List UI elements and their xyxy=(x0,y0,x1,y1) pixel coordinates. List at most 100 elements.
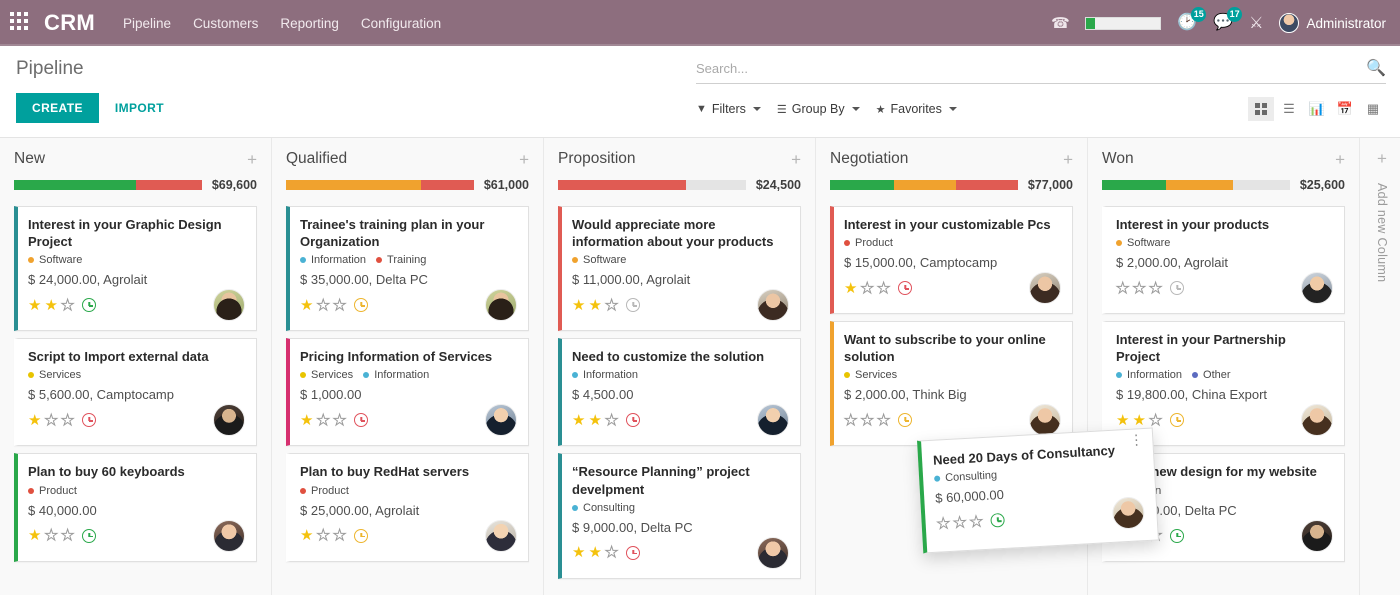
star-empty-icon[interactable]: ★ xyxy=(1132,280,1146,296)
view-button-calendar[interactable]: 📅 xyxy=(1332,97,1358,121)
star-empty-icon[interactable]: ★ xyxy=(60,528,74,544)
star-filled-icon[interactable]: ★ xyxy=(300,298,313,313)
activity-clock-icon[interactable] xyxy=(1170,528,1185,543)
column-title[interactable]: Proposition xyxy=(558,150,636,168)
priority-stars[interactable]: ★★★ xyxy=(844,280,891,296)
search-bar[interactable]: 🔍 xyxy=(696,58,1386,84)
activity-clock-icon[interactable] xyxy=(82,413,97,428)
add-new-column-button[interactable]: + Add new Column xyxy=(1360,138,1400,595)
star-empty-icon[interactable]: ★ xyxy=(604,412,618,428)
add-card-plus-icon[interactable]: + xyxy=(791,151,801,168)
search-icon[interactable]: 🔍 xyxy=(1366,58,1386,78)
star-empty-icon[interactable]: ★ xyxy=(604,545,618,561)
star-filled-icon[interactable]: ★ xyxy=(300,528,313,543)
star-empty-icon[interactable]: ★ xyxy=(604,297,618,313)
progress-segment[interactable] xyxy=(1165,180,1234,190)
activity-clock-icon[interactable] xyxy=(354,528,369,543)
star-empty-icon[interactable]: ★ xyxy=(332,528,346,544)
star-empty-icon[interactable]: ★ xyxy=(60,297,74,313)
star-filled-icon[interactable]: ★ xyxy=(28,298,41,313)
priority-stars[interactable]: ★★★ xyxy=(572,297,619,313)
progress-segment[interactable] xyxy=(1102,180,1166,190)
star-filled-icon[interactable]: ★ xyxy=(572,413,585,428)
nav-item-reporting[interactable]: Reporting xyxy=(280,16,339,31)
column-progress-bar[interactable] xyxy=(286,180,474,190)
star-filled-icon[interactable]: ★ xyxy=(28,528,41,543)
star-filled-icon[interactable]: ★ xyxy=(44,298,57,313)
star-empty-icon[interactable]: ★ xyxy=(860,280,874,296)
progress-segment[interactable] xyxy=(14,180,137,190)
progress-segment[interactable] xyxy=(558,180,686,190)
activity-clock-icon[interactable] xyxy=(354,298,369,313)
star-filled-icon[interactable]: ★ xyxy=(588,413,601,428)
user-menu[interactable]: Administrator xyxy=(1279,13,1386,33)
nav-item-configuration[interactable]: Configuration xyxy=(361,16,441,31)
create-button[interactable]: CREATE xyxy=(16,93,99,123)
star-filled-icon[interactable]: ★ xyxy=(844,281,857,296)
add-card-plus-icon[interactable]: + xyxy=(247,151,257,168)
star-filled-icon[interactable]: ★ xyxy=(1116,413,1129,428)
star-empty-icon[interactable]: ★ xyxy=(316,412,330,428)
view-button-list[interactable]: ☰ xyxy=(1276,97,1302,121)
column-title[interactable]: New xyxy=(14,150,45,168)
nav-item-pipeline[interactable]: Pipeline xyxy=(123,16,171,31)
activity-clock-icon[interactable] xyxy=(354,413,369,428)
star-empty-icon[interactable]: ★ xyxy=(952,513,967,532)
kebab-menu-icon[interactable]: ⋮ xyxy=(1129,431,1144,448)
progress-segment[interactable] xyxy=(685,180,746,190)
star-empty-icon[interactable]: ★ xyxy=(60,412,74,428)
column-title[interactable]: Won xyxy=(1102,150,1134,168)
star-empty-icon[interactable]: ★ xyxy=(1148,280,1162,296)
kanban-card[interactable]: Interest in your Graphic Design Project S… xyxy=(14,206,257,332)
column-title[interactable]: Negotiation xyxy=(830,150,908,168)
messages-menu-button[interactable]: 💬 17 xyxy=(1213,7,1243,31)
priority-stars[interactable]: ★★★ xyxy=(300,528,347,544)
priority-stars[interactable]: ★★★ xyxy=(28,528,75,544)
star-filled-icon[interactable]: ★ xyxy=(28,413,41,428)
star-empty-icon[interactable]: ★ xyxy=(936,514,951,533)
activity-clock-icon[interactable] xyxy=(626,413,641,428)
progress-segment[interactable] xyxy=(136,180,202,190)
star-filled-icon[interactable]: ★ xyxy=(1132,413,1145,428)
star-empty-icon[interactable]: ★ xyxy=(843,412,857,428)
progress-segment[interactable] xyxy=(830,180,894,190)
star-empty-icon[interactable]: ★ xyxy=(860,412,874,428)
priority-stars[interactable]: ★★★ xyxy=(936,512,984,533)
activity-clock-icon[interactable] xyxy=(1170,281,1185,296)
star-empty-icon[interactable]: ★ xyxy=(876,280,890,296)
star-empty-icon[interactable]: ★ xyxy=(44,412,58,428)
star-empty-icon[interactable]: ★ xyxy=(44,528,58,544)
star-filled-icon[interactable]: ★ xyxy=(572,545,585,560)
priority-stars[interactable]: ★★★ xyxy=(572,412,619,428)
progress-segment[interactable] xyxy=(421,180,474,190)
activity-menu-button[interactable]: 🕑 15 xyxy=(1177,7,1207,31)
progress-segment[interactable] xyxy=(955,180,1018,190)
star-empty-icon[interactable]: ★ xyxy=(332,412,346,428)
kanban-card[interactable]: “Resource Planning” project develpment Co… xyxy=(558,453,801,579)
activity-clock-icon[interactable] xyxy=(898,413,913,428)
star-empty-icon[interactable]: ★ xyxy=(1148,412,1162,428)
priority-stars[interactable]: ★★★ xyxy=(1115,280,1162,296)
activity-clock-icon[interactable] xyxy=(626,545,641,560)
star-filled-icon[interactable]: ★ xyxy=(588,298,601,313)
kanban-card[interactable]: Plan to buy RedHat servers Product $ 25,00… xyxy=(286,453,529,562)
activity-clock-icon[interactable] xyxy=(626,298,641,313)
app-brand-crm[interactable]: CRM xyxy=(44,10,95,36)
tools-icon[interactable]: ⚔ xyxy=(1249,13,1263,33)
priority-stars[interactable]: ★★★ xyxy=(300,297,347,313)
progress-segment[interactable] xyxy=(1233,180,1290,190)
view-button-kanban[interactable] xyxy=(1248,97,1274,121)
kanban-card[interactable]: Trainee's training plan in your Organiza… xyxy=(286,206,529,332)
star-empty-icon[interactable]: ★ xyxy=(316,528,330,544)
view-button-pivot[interactable]: ▦ xyxy=(1360,97,1386,121)
column-progress-bar[interactable] xyxy=(558,180,746,190)
priority-stars[interactable]: ★★★ xyxy=(300,412,347,428)
kanban-card[interactable]: Script to Import external data Services $ … xyxy=(14,338,257,447)
star-filled-icon[interactable]: ★ xyxy=(300,413,313,428)
star-filled-icon[interactable]: ★ xyxy=(588,545,601,560)
column-progress-bar[interactable] xyxy=(830,180,1018,190)
kanban-card[interactable]: Pricing Information of Services Services I… xyxy=(286,338,529,447)
group-by-dropdown[interactable]: ☰ Group By xyxy=(777,102,860,116)
activity-clock-icon[interactable] xyxy=(82,298,97,313)
priority-stars[interactable]: ★★★ xyxy=(1116,412,1163,428)
